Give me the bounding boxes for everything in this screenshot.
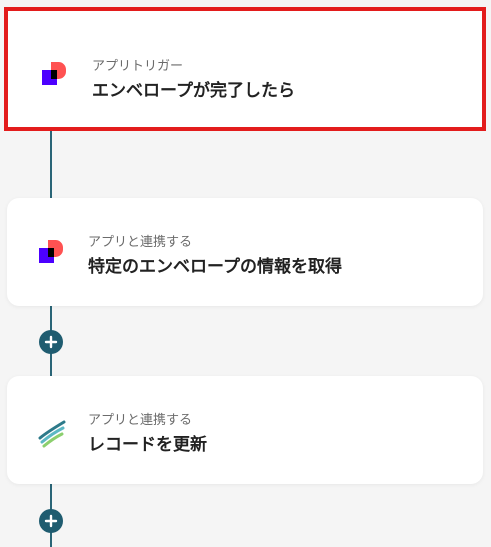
add-step-button[interactable] [39, 330, 63, 354]
plus-icon [44, 335, 58, 349]
trigger-step-card[interactable]: アプリトリガー エンベロープが完了したら [4, 7, 486, 131]
flow-connector [50, 131, 52, 198]
action-step-card[interactable]: アプリと連携する 特定のエンベロープの情報を取得 [7, 198, 483, 306]
plus-icon [44, 514, 58, 528]
step-subtitle: アプリと連携する [88, 413, 193, 428]
kintone-feather-icon [38, 420, 66, 448]
step-title: レコードを更新 [88, 435, 207, 455]
step-title: エンベロープが完了したら [92, 81, 295, 101]
docusign-icon [42, 62, 66, 85]
step-title: 特定のエンベロープの情報を取得 [88, 257, 342, 277]
step-subtitle: アプリと連携する [88, 235, 193, 250]
action-step-card[interactable]: アプリと連携する レコードを更新 [7, 376, 483, 484]
add-step-button[interactable] [39, 509, 63, 533]
step-subtitle: アプリトリガー [92, 59, 184, 74]
docusign-icon [39, 240, 63, 263]
